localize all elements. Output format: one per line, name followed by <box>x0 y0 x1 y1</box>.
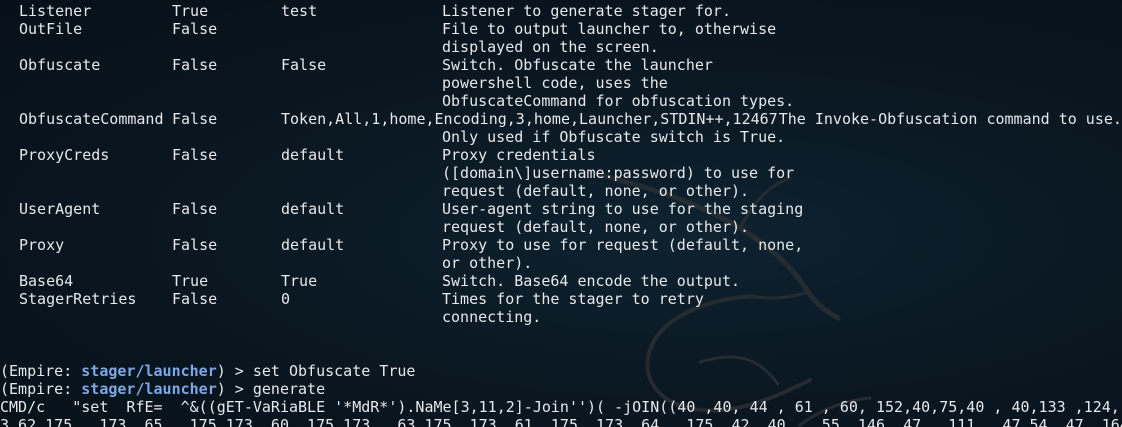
option-name: ProxyCreds <box>19 146 110 164</box>
option-description: The Invoke-Obfuscation command to use. <box>778 110 1122 128</box>
option-name: ObfuscateCommand <box>19 110 164 128</box>
option-description: Proxy to use for request (default, none, <box>442 236 804 254</box>
option-description: request (default, none, or other). <box>442 182 750 200</box>
option-name: UserAgent <box>19 200 101 218</box>
option-description: or other). <box>442 254 533 272</box>
option-row-continuation: connecting. <box>0 308 1122 326</box>
option-value: Token,All,1,home,Encoding,3,home,Launche… <box>281 110 778 128</box>
option-name: StagerRetries <box>19 290 137 308</box>
option-description: User-agent string to use for the staging <box>442 200 804 218</box>
option-row-continuation: request (default, none, or other). <box>0 218 1122 236</box>
option-description: ObfuscateCommand for obfuscation types. <box>442 92 795 110</box>
option-required: False <box>172 200 218 218</box>
option-required: False <box>172 110 218 128</box>
prompt-suffix: ) > <box>216 362 253 380</box>
option-description: ([domain\]username:password) to use for <box>442 164 795 182</box>
terminal-window[interactable]: Listener True test Listener to generate sta… <box>0 0 1122 427</box>
option-required: True <box>172 2 209 20</box>
option-value: 0 <box>281 290 291 308</box>
option-row-continuation: Only used if Obfuscate switch is True. <box>0 128 1122 146</box>
option-row: ProxyCreds False default Proxy credentials <box>0 146 1122 164</box>
option-row: Listener True test Listener to generate sta… <box>0 2 1122 20</box>
option-row: OutFile False File to output launcher to, … <box>0 20 1122 38</box>
option-description: Proxy credentials <box>442 146 596 164</box>
option-description: Switch. Base64 encode the output. <box>442 272 741 290</box>
option-required: True <box>172 272 209 290</box>
prompt-prefix: (Empire: <box>0 362 82 380</box>
option-row: UserAgent False default User-agent string t… <box>0 200 1122 218</box>
option-name: Listener <box>19 2 92 20</box>
option-required: False <box>172 56 218 74</box>
option-description: powershell code, uses the <box>442 74 668 92</box>
option-description: Listener to generate stager for. <box>442 2 731 20</box>
prompt-suffix: ) > <box>216 380 253 398</box>
option-row-continuation: displayed on the screen. <box>0 38 1122 56</box>
option-row: Proxy False default Proxy to use for reques… <box>0 236 1122 254</box>
option-required: False <box>172 20 218 38</box>
option-description: connecting. <box>442 308 542 326</box>
generated-launcher-output: CMD/c "set RfE= ^&((gET-VaRiaBLE '*MdR*'… <box>0 398 1120 416</box>
command-text: generate <box>252 380 326 398</box>
option-name: Obfuscate <box>19 56 101 74</box>
option-row-continuation: ObfuscateCommand for obfuscation types. <box>0 92 1122 110</box>
option-value: default <box>281 146 345 164</box>
option-row-continuation: or other). <box>0 254 1122 272</box>
option-description: displayed on the screen. <box>442 38 659 56</box>
prompt-module: stager/launcher <box>81 380 217 398</box>
command-prompt-line: (Empire: stager/launcher) > generate <box>0 380 325 398</box>
option-row-continuation: powershell code, uses the <box>0 74 1122 92</box>
option-description: request (default, none, or other). <box>442 218 750 236</box>
prompt-module: stager/launcher <box>81 362 217 380</box>
option-value: test <box>281 2 318 20</box>
option-required: False <box>172 236 218 254</box>
option-required: False <box>172 146 218 164</box>
command-prompt-line: (Empire: stager/launcher) > set Obfuscat… <box>0 362 415 380</box>
option-row: StagerRetries False 0 Times for the stager … <box>0 290 1122 308</box>
option-description: Only used if Obfuscate switch is True. <box>442 128 786 146</box>
option-value: False <box>281 56 327 74</box>
option-value: default <box>281 236 345 254</box>
option-row-continuation: request (default, none, or other). <box>0 182 1122 200</box>
prompt-prefix: (Empire: <box>0 380 82 398</box>
option-row: ObfuscateCommand False Token,All,1,home,En… <box>0 110 1122 128</box>
option-row-continuation: ([domain\]username:password) to use for <box>0 164 1122 182</box>
command-text: set Obfuscate True <box>252 362 416 380</box>
option-name: Base64 <box>19 272 74 290</box>
option-row: Base64 True True Switch. Base64 encode the … <box>0 272 1122 290</box>
option-value: default <box>281 200 345 218</box>
option-description: Switch. Obfuscate the launcher <box>442 56 713 74</box>
generated-launcher-output: 3,62,175 , 173, 65 , 175,173, 60, 175,17… <box>0 416 1122 427</box>
option-row: Obfuscate False False Switch. Obfuscate the… <box>0 56 1122 74</box>
option-name: OutFile <box>19 20 83 38</box>
option-required: False <box>172 290 218 308</box>
option-description: File to output launcher to, otherwise <box>442 20 777 38</box>
option-value: True <box>281 272 318 290</box>
option-name: Proxy <box>19 236 65 254</box>
option-description: Times for the stager to retry <box>442 290 704 308</box>
